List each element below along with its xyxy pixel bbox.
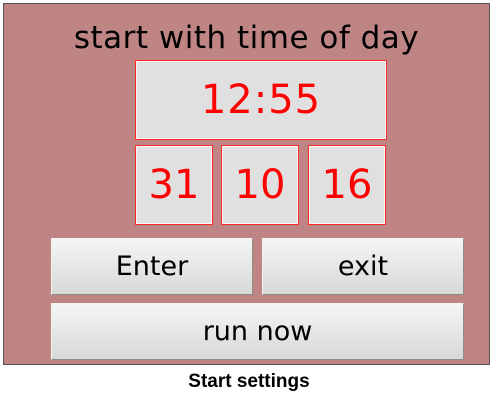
time-of-day-field[interactable]: 12:55 (135, 60, 387, 140)
month-field[interactable]: 10 (221, 145, 299, 225)
day-field[interactable]: 31 (135, 145, 213, 225)
exit-button[interactable]: exit (262, 238, 464, 295)
year-field[interactable]: 16 (308, 145, 386, 225)
run-now-button[interactable]: run now (51, 303, 464, 360)
panel-title: start with time of day (73, 20, 420, 56)
start-settings-panel: start with time of day 12:55 31 10 16 En… (3, 3, 490, 365)
enter-button[interactable]: Enter (51, 238, 253, 295)
figure-caption: Start settings (188, 371, 310, 392)
